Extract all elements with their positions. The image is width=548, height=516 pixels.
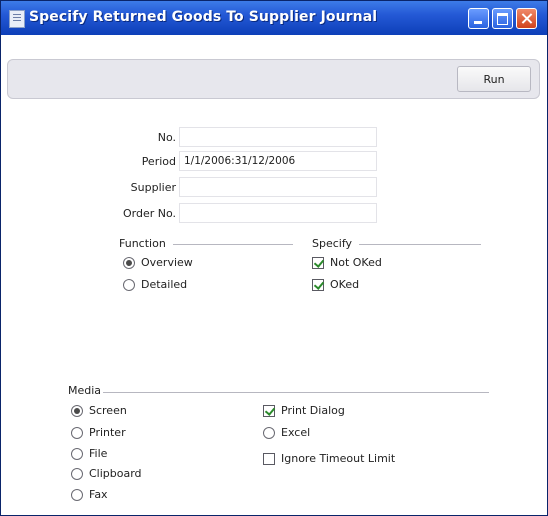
period-label: Period (141, 155, 176, 168)
screen-radio[interactable] (71, 405, 83, 417)
supplier-field[interactable] (179, 177, 377, 197)
print-dialog-checkbox[interactable] (263, 405, 275, 417)
specify-group-title: Specify (312, 237, 353, 250)
function-group-title: Function (119, 237, 166, 250)
clipboard-radio[interactable] (71, 468, 83, 480)
file-label: File (89, 447, 108, 460)
toolbar: Run (7, 59, 540, 99)
order-no-label: Order No. (122, 207, 176, 220)
no-field[interactable] (179, 127, 377, 147)
no-label: No. (157, 131, 176, 144)
print-dialog-label: Print Dialog (281, 404, 345, 417)
report-dialog-window: Specify Returned Goods To Supplier Journ… (0, 0, 548, 516)
title-bar[interactable]: Specify Returned Goods To Supplier Journ… (1, 1, 547, 35)
oked-label: OKed (330, 278, 360, 291)
overview-label: Overview (141, 256, 193, 269)
ignore-timeout-label: Ignore Timeout Limit (281, 452, 396, 465)
supplier-label: Supplier (130, 181, 176, 194)
media-divider (103, 392, 489, 393)
order-no-field[interactable] (179, 203, 377, 223)
oked-checkbox[interactable] (312, 279, 324, 291)
media-group-title: Media (68, 384, 102, 397)
excel-label: Excel (281, 426, 311, 439)
file-radio[interactable] (71, 448, 83, 460)
not-oked-label: Not OKed (330, 256, 382, 269)
printer-label: Printer (89, 426, 126, 439)
fax-label: Fax (89, 488, 108, 501)
detailed-label: Detailed (141, 278, 188, 291)
minimize-button[interactable] (468, 8, 489, 29)
maximize-button[interactable] (492, 8, 513, 29)
not-oked-checkbox[interactable] (312, 257, 324, 269)
period-field[interactable]: 1/1/2006:31/12/2006 (179, 151, 377, 171)
detailed-radio[interactable] (123, 279, 135, 291)
function-divider (173, 244, 293, 245)
document-icon (9, 10, 25, 28)
specify-divider (359, 244, 481, 245)
overview-radio[interactable] (123, 257, 135, 269)
close-button[interactable] (516, 8, 537, 29)
clipboard-label: Clipboard (89, 467, 142, 480)
run-button[interactable]: Run (457, 66, 531, 92)
window-title: Specify Returned Goods To Supplier Journ… (29, 9, 378, 25)
ignore-timeout-checkbox[interactable] (263, 453, 275, 465)
screen-label: Screen (89, 404, 127, 417)
printer-radio[interactable] (71, 427, 83, 439)
fax-radio[interactable] (71, 489, 83, 501)
excel-radio[interactable] (263, 427, 275, 439)
